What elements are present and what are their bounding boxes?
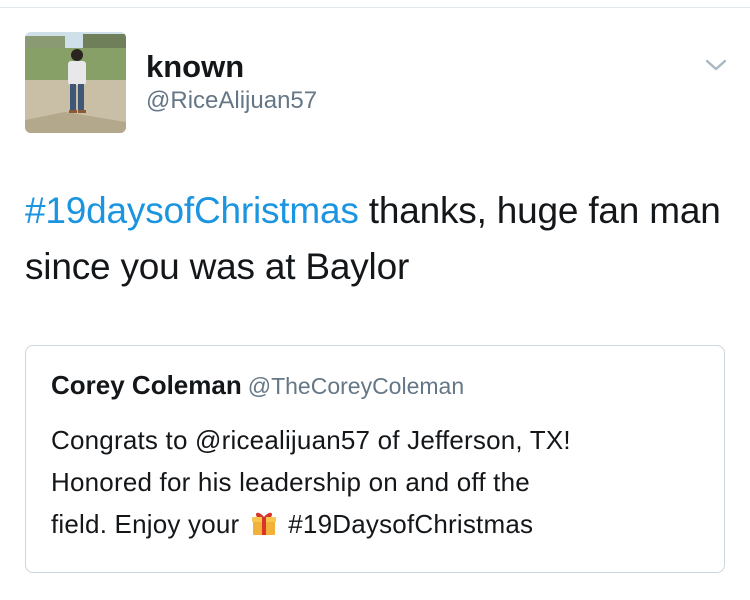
quoted-tweet-header: Corey Coleman @TheCoreyColeman bbox=[51, 370, 464, 405]
gift-icon bbox=[249, 508, 279, 538]
quoted-hashtag: #19DaysofChristmas bbox=[288, 509, 534, 539]
quoted-line-3-start: field. Enjoy your bbox=[51, 509, 240, 539]
tweet-text: #19daysofChristmas thanks, huge fan man … bbox=[25, 183, 725, 295]
author-handle[interactable]: @RiceAlijuan57 bbox=[146, 86, 317, 116]
quoted-author-name: Corey Coleman bbox=[51, 370, 242, 400]
avatar[interactable] bbox=[25, 32, 126, 133]
quoted-tweet-text: Congrats to @ricealijuan57 of Jefferson,… bbox=[51, 419, 711, 545]
quoted-tweet-card[interactable]: Corey Coleman @TheCoreyColeman Congrats t… bbox=[25, 345, 725, 573]
author-display-name[interactable]: known bbox=[146, 48, 244, 86]
quoted-line-1: Congrats to @ricealijuan57 of Jefferson,… bbox=[51, 425, 571, 455]
hashtag-link[interactable]: #19daysofChristmas bbox=[25, 190, 359, 231]
quoted-line-2: Honored for his leadership on and off th… bbox=[51, 467, 530, 497]
quoted-author-handle: @TheCoreyColeman bbox=[247, 373, 465, 399]
user-photo bbox=[25, 32, 126, 133]
chevron-down-icon[interactable] bbox=[704, 56, 728, 74]
top-divider bbox=[0, 7, 750, 8]
quoted-line-3: field. Enjoy your #19DaysofChristmas bbox=[51, 503, 711, 545]
